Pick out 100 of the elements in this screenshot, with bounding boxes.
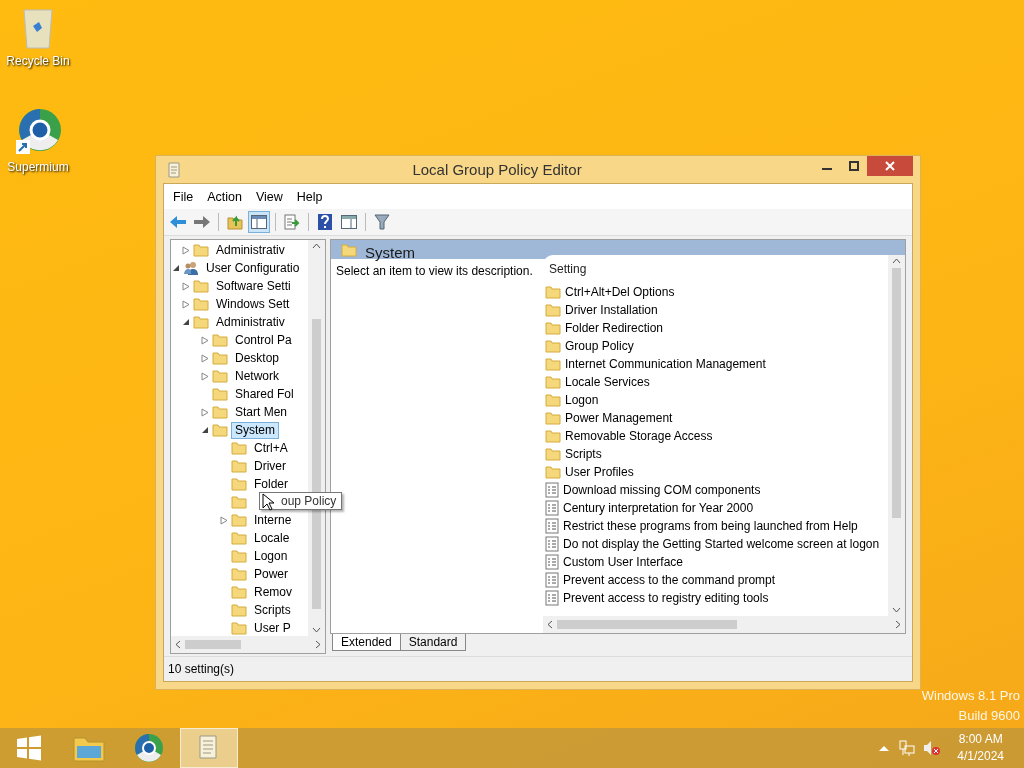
collapsed-arrow-icon[interactable] bbox=[200, 371, 210, 381]
tree-item[interactable]: Network bbox=[231, 367, 283, 385]
collapsed-arrow-icon[interactable] bbox=[200, 335, 210, 345]
help-icon bbox=[318, 214, 332, 230]
toolbar-button[interactable] bbox=[248, 211, 270, 233]
collapsed-arrow-icon[interactable] bbox=[200, 353, 210, 363]
scroll-down-icon[interactable] bbox=[892, 607, 901, 613]
scroll-up-icon[interactable] bbox=[892, 258, 901, 264]
setting-item[interactable]: Removable Storage Access bbox=[565, 429, 713, 443]
tree-item[interactable]: Administrativ bbox=[212, 241, 289, 259]
tree-item[interactable]: Administrativ bbox=[212, 313, 289, 331]
tree-item[interactable]: User P bbox=[250, 619, 295, 636]
view-tab[interactable]: Extended bbox=[332, 634, 401, 651]
collapsed-arrow-icon[interactable] bbox=[219, 515, 229, 525]
folder-icon bbox=[231, 585, 247, 599]
view-tab[interactable]: Standard bbox=[399, 634, 467, 651]
expanded-arrow-icon[interactable] bbox=[200, 425, 210, 435]
export-list-icon bbox=[284, 214, 300, 230]
scroll-right-icon[interactable] bbox=[315, 640, 321, 649]
tree-item[interactable]: Software Setti bbox=[212, 277, 295, 295]
folder-icon bbox=[231, 441, 247, 455]
users-icon bbox=[183, 260, 199, 276]
folder-icon bbox=[212, 405, 228, 419]
collapsed-arrow-icon[interactable] bbox=[200, 407, 210, 417]
menu-item[interactable]: View bbox=[248, 189, 290, 204]
vertical-scrollbar[interactable] bbox=[888, 255, 905, 616]
tree-item[interactable]: Windows Sett bbox=[212, 295, 294, 313]
filter-icon bbox=[374, 214, 390, 230]
tree-item[interactable]: Interne bbox=[250, 511, 296, 529]
tree-item[interactable]: User Configuratio bbox=[202, 259, 304, 277]
tree-item[interactable]: Remov bbox=[250, 583, 296, 601]
toolbar-button[interactable] bbox=[371, 211, 393, 233]
scroll-up-icon[interactable] bbox=[312, 243, 321, 249]
recycle-bin-icon[interactable] bbox=[21, 6, 55, 50]
windows-logo-icon bbox=[16, 735, 42, 761]
tree-item[interactable]: Folder bbox=[250, 475, 292, 493]
mouse-cursor-icon bbox=[262, 493, 274, 511]
tree-item[interactable]: Start Men bbox=[231, 403, 292, 421]
forward-arrow-icon bbox=[193, 215, 211, 229]
tree-item[interactable]: Control Pa bbox=[231, 331, 296, 349]
tree-item[interactable]: Scripts bbox=[250, 601, 295, 619]
expanded-arrow-icon[interactable] bbox=[181, 317, 191, 327]
setting-item[interactable]: Driver Installation bbox=[565, 303, 658, 317]
folder-icon bbox=[545, 357, 561, 371]
folder-icon bbox=[193, 297, 209, 311]
folder-icon bbox=[231, 459, 247, 473]
close-button[interactable] bbox=[867, 156, 913, 176]
scroll-left-icon[interactable] bbox=[175, 640, 181, 649]
volume-muted-icon[interactable] bbox=[923, 740, 942, 756]
tree-item[interactable]: Desktop bbox=[231, 349, 284, 367]
setting-item[interactable]: Internet Communication Management bbox=[565, 357, 766, 371]
scroll-down-icon[interactable] bbox=[312, 627, 321, 633]
setting-item[interactable]: Power Management bbox=[565, 411, 673, 425]
setting-item[interactable]: Prevent access to the command prompt bbox=[563, 573, 776, 587]
folder-icon bbox=[545, 411, 561, 425]
folder-icon bbox=[545, 429, 561, 443]
setting-item[interactable]: Ctrl+Alt+Del Options bbox=[565, 285, 675, 299]
panel-layout-icon bbox=[341, 215, 357, 229]
tree-item[interactable]: System bbox=[231, 421, 279, 439]
setting-item[interactable]: Century interpretation for Year 2000 bbox=[563, 501, 754, 515]
setting-item[interactable]: Group Policy bbox=[565, 339, 634, 353]
tree-item[interactable]: Locale bbox=[250, 529, 294, 547]
menu-item[interactable]: Help bbox=[289, 189, 330, 204]
folder-icon bbox=[545, 339, 561, 353]
folder-icon bbox=[193, 243, 209, 257]
folder-icon bbox=[231, 531, 247, 545]
edition-text: Build 9600 bbox=[958, 707, 1020, 725]
globe-shortcut-icon[interactable] bbox=[14, 108, 62, 156]
folder-icon bbox=[545, 393, 561, 407]
setting-item[interactable]: Locale Services bbox=[565, 375, 650, 389]
setting-item[interactable]: Restrict these programs from being launched from Help bbox=[563, 519, 858, 533]
setting-item[interactable]: Custom User Interface bbox=[563, 555, 684, 569]
network-icon[interactable] bbox=[897, 740, 916, 756]
horizontal-scrollbar[interactable] bbox=[543, 616, 905, 633]
scroll-right-icon[interactable] bbox=[895, 620, 901, 629]
tree-item[interactable]: Ctrl+A bbox=[250, 439, 292, 457]
tree-item[interactable]: Power bbox=[250, 565, 292, 583]
menu-item[interactable]: Action bbox=[200, 189, 249, 204]
collapsed-arrow-icon[interactable] bbox=[181, 299, 191, 309]
folder-icon bbox=[545, 303, 561, 317]
tree-item[interactable]: Driver bbox=[250, 457, 290, 475]
setting-item[interactable]: Do not display the Getting Started welcome screen at logon bbox=[563, 537, 880, 551]
setting-item[interactable]: User Profiles bbox=[565, 465, 634, 479]
tree-item[interactable]: Logon bbox=[250, 547, 292, 565]
folder-icon bbox=[212, 351, 228, 365]
setting-item[interactable]: Logon bbox=[565, 393, 599, 407]
setting-item[interactable]: Folder Redirection bbox=[565, 321, 664, 335]
expanded-arrow-icon[interactable] bbox=[171, 263, 181, 273]
folder-icon bbox=[341, 242, 357, 257]
collapsed-arrow-icon[interactable] bbox=[181, 281, 191, 291]
setting-item[interactable]: Prevent access to registry editing tools bbox=[563, 591, 769, 605]
collapsed-arrow-icon[interactable] bbox=[181, 245, 191, 255]
show-hidden-icons-icon[interactable] bbox=[879, 745, 890, 751]
setting-item[interactable]: Scripts bbox=[565, 447, 602, 461]
menu-item[interactable]: File bbox=[166, 189, 201, 204]
close-icon bbox=[885, 161, 895, 171]
scroll-left-icon[interactable] bbox=[547, 620, 553, 629]
setting-item[interactable]: Download missing COM components bbox=[563, 483, 761, 497]
horizontal-scrollbar[interactable] bbox=[171, 636, 325, 653]
tree-item[interactable]: Shared Fol bbox=[231, 385, 298, 403]
